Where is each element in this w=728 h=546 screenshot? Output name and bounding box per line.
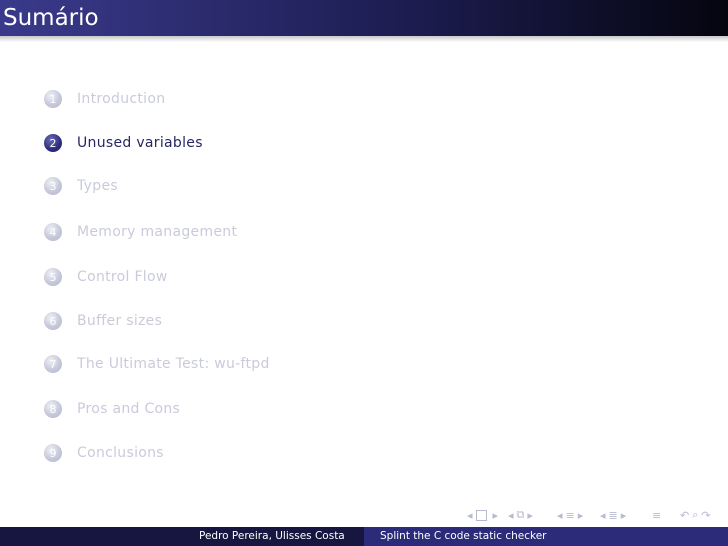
toc-item-label: Buffer sizes bbox=[77, 313, 163, 329]
footer-authors: Pedro Pereira, Ulisses Costa bbox=[199, 530, 345, 542]
nav-search-group[interactable]: ↶ ⌕ ↷ bbox=[680, 506, 714, 524]
arrow-left-icon[interactable]: ◂ bbox=[467, 509, 473, 522]
arrow-left-icon[interactable]: ◂ bbox=[508, 509, 514, 522]
section-number-badge: 4 bbox=[44, 223, 62, 241]
toc-item-label: Pros and Cons bbox=[77, 401, 181, 417]
arrow-right-icon[interactable]: ▸ bbox=[621, 509, 627, 522]
toc-item-label: Types bbox=[77, 178, 118, 194]
table-of-contents: 1 Introduction 2 Unused variables 3 Type… bbox=[0, 0, 728, 546]
nav-appendix-group[interactable]: ≡ bbox=[652, 506, 664, 524]
nav-frame-group[interactable]: ◂ ▸ bbox=[467, 506, 501, 524]
arrow-left-icon[interactable]: ◂ bbox=[557, 509, 563, 522]
arrow-left-icon[interactable]: ◂ bbox=[600, 509, 606, 522]
footer-talk-title: Splint the C code static checker bbox=[380, 530, 547, 542]
section-number-badge: 9 bbox=[44, 444, 62, 462]
nav-document-group[interactable]: ◂ ≣ ▸ bbox=[600, 506, 629, 524]
toc-item-label: Introduction bbox=[77, 91, 166, 107]
section-icon[interactable]: ≡ bbox=[566, 509, 575, 522]
appendix-icon[interactable]: ≡ bbox=[652, 509, 661, 522]
frame-icon[interactable] bbox=[475, 509, 487, 521]
arrow-right-icon[interactable]: ▸ bbox=[527, 509, 533, 522]
toc-item-8[interactable]: 8 Pros and Cons bbox=[44, 399, 180, 419]
document-icon[interactable]: ≣ bbox=[609, 509, 618, 522]
toc-item-label: Control Flow bbox=[77, 269, 168, 285]
toc-item-3[interactable]: 3 Types bbox=[44, 176, 118, 196]
toc-item-6[interactable]: 6 Buffer sizes bbox=[44, 311, 162, 331]
nav-section-group[interactable]: ◂ ≡ ▸ bbox=[557, 506, 586, 524]
section-number-badge: 7 bbox=[44, 355, 62, 373]
footer-title-panel: Splint the C code static checker bbox=[364, 527, 728, 546]
toc-item-label: Memory management bbox=[77, 224, 238, 240]
toc-item-label: Unused variables bbox=[77, 135, 203, 151]
arrow-right-icon[interactable]: ▸ bbox=[578, 509, 584, 522]
subsection-icon[interactable]: ⧉ bbox=[517, 508, 525, 522]
footer-authors-panel: Pedro Pereira, Ulisses Costa bbox=[0, 527, 364, 546]
section-number-badge: 1 bbox=[44, 90, 62, 108]
undo-icon[interactable]: ↶ bbox=[680, 509, 689, 522]
toc-item-label: The Ultimate Test: wu-ftpd bbox=[77, 356, 270, 372]
toc-item-1[interactable]: 1 Introduction bbox=[44, 89, 165, 109]
footer: Pedro Pereira, Ulisses Costa Splint the … bbox=[0, 527, 728, 546]
redo-icon[interactable]: ↷ bbox=[701, 509, 710, 522]
toc-item-7[interactable]: 7 The Ultimate Test: wu-ftpd bbox=[44, 354, 270, 374]
toc-item-2[interactable]: 2 Unused variables bbox=[44, 133, 203, 153]
section-number-badge: 5 bbox=[44, 268, 62, 286]
section-number-badge: 6 bbox=[44, 312, 62, 330]
toc-item-5[interactable]: 5 Control Flow bbox=[44, 267, 168, 287]
toc-item-9[interactable]: 9 Conclusions bbox=[44, 443, 164, 463]
search-icon[interactable]: ⌕ bbox=[692, 508, 698, 522]
section-number-badge: 8 bbox=[44, 400, 62, 418]
toc-item-4[interactable]: 4 Memory management bbox=[44, 222, 237, 242]
section-number-badge: 3 bbox=[44, 177, 62, 195]
section-number-badge: 2 bbox=[44, 134, 62, 152]
toc-item-label: Conclusions bbox=[77, 445, 164, 461]
nav-subsection-group[interactable]: ◂ ⧉ ▸ bbox=[508, 506, 536, 524]
arrow-right-icon[interactable]: ▸ bbox=[493, 509, 499, 522]
